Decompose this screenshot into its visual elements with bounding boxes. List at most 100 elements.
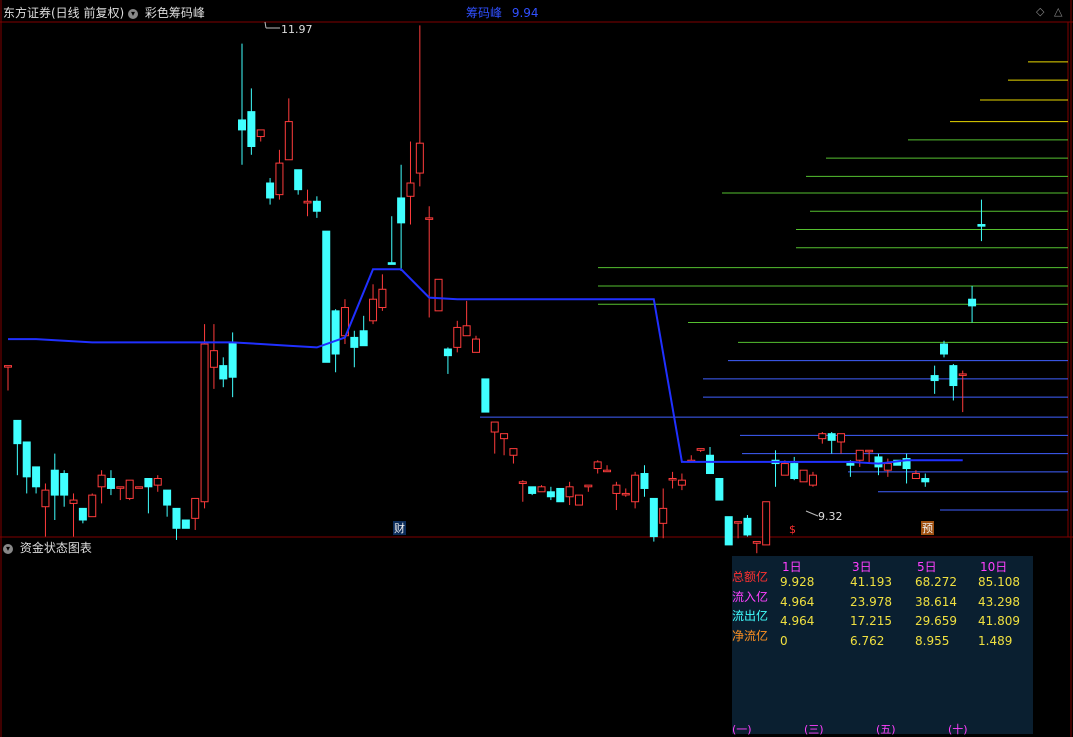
- candle-body: [930, 375, 939, 382]
- candle-body: [472, 338, 480, 353]
- fund-row-label: 净流亿: [732, 628, 769, 643]
- candle: [13, 419, 22, 476]
- lower-panel-header: ▾ 资金状态图表: [3, 539, 92, 556]
- candle-body: [266, 182, 275, 199]
- candle-body: [22, 441, 31, 478]
- candle: [88, 493, 97, 518]
- candle: [97, 470, 106, 504]
- candle: [640, 465, 649, 497]
- candle-body: [462, 325, 471, 337]
- candle-body: [808, 474, 817, 486]
- candle: [696, 448, 705, 452]
- fund-status-table: 1日 3日 5日 10日 总额亿 9.928 41.193 68.272 85.108 流入亿 4.…: [732, 556, 1033, 736]
- candle-body: [612, 484, 621, 494]
- candle-body: [865, 449, 874, 453]
- fund-value: 38.614: [915, 594, 957, 609]
- candle-body: [106, 478, 115, 489]
- candle: [584, 484, 593, 492]
- price-labels: 11.97 9.32: [264, 21, 843, 523]
- fund-group-label: (十): [948, 723, 968, 736]
- candle-body: [780, 463, 789, 476]
- candle-body: [312, 200, 321, 212]
- candle-body: [135, 486, 144, 489]
- candle: [509, 448, 518, 464]
- yu-marker[interactable]: 预: [922, 522, 933, 535]
- candle-body: [209, 350, 218, 368]
- candle: [556, 487, 565, 503]
- candle: [762, 501, 771, 546]
- candle: [668, 471, 677, 489]
- fund-value: 68.272: [915, 575, 957, 589]
- candle: [266, 178, 275, 205]
- candle-body: [453, 326, 462, 348]
- candle-body: [921, 478, 930, 483]
- candle: [752, 541, 761, 554]
- candle: [715, 478, 724, 501]
- candle-body: [13, 419, 22, 445]
- candle-body: [500, 433, 509, 440]
- candle: [294, 169, 303, 195]
- candles: [4, 25, 986, 554]
- candle: [930, 365, 939, 394]
- candle: [41, 483, 50, 537]
- candle-body: [32, 466, 41, 488]
- candle-body: [387, 262, 396, 265]
- candle-body: [50, 469, 59, 496]
- candle-body: [4, 365, 12, 368]
- candle: [219, 357, 228, 388]
- candle-body: [116, 486, 125, 489]
- candle: [518, 480, 527, 502]
- dollar-marker[interactable]: $: [789, 523, 796, 536]
- candle-body: [125, 479, 134, 499]
- candle: [621, 488, 630, 497]
- candle: [865, 449, 874, 464]
- candle-body: [659, 507, 668, 524]
- fund-row-label: 流入亿: [732, 589, 769, 604]
- lower-panel-title[interactable]: 资金状态图表: [20, 541, 92, 555]
- candle-body: [60, 473, 69, 496]
- candle: [612, 481, 621, 511]
- candle-body: [621, 492, 630, 496]
- candle: [4, 365, 12, 391]
- candle: [546, 486, 555, 501]
- candle: [734, 521, 743, 539]
- candle-body: [640, 473, 649, 489]
- candle-body: [163, 489, 172, 506]
- chevron-down-icon[interactable]: ▾: [3, 543, 13, 554]
- candle: [462, 300, 471, 337]
- candle-body: [219, 365, 228, 380]
- candle: [209, 324, 218, 389]
- candle: [256, 129, 265, 142]
- candle-body: [397, 197, 406, 224]
- candle-body: [41, 489, 50, 508]
- candle: [706, 446, 714, 475]
- candle-body: [378, 288, 387, 309]
- high-marker-line: [264, 21, 267, 29]
- candle-body: [846, 463, 855, 466]
- candle: [312, 196, 321, 218]
- low-marker-arrow: [805, 510, 819, 517]
- candle-body: [481, 378, 490, 413]
- candle-body: [968, 298, 977, 307]
- fund-value: 1.489: [978, 633, 1013, 648]
- candle-body: [546, 491, 555, 498]
- fund-row-label: 流出亿: [732, 609, 769, 623]
- candle: [303, 189, 312, 217]
- candle: [659, 488, 668, 539]
- candle-body: [565, 486, 574, 498]
- candle: [172, 507, 181, 540]
- candle-body: [977, 224, 986, 227]
- candle-body: [331, 310, 340, 355]
- candle: [369, 284, 378, 325]
- candle: [181, 519, 190, 529]
- candle-body: [69, 499, 78, 504]
- candle: [837, 433, 846, 454]
- candle-body: [799, 469, 808, 483]
- fund-column-header: 1日: [782, 560, 802, 574]
- candle-body: [883, 463, 892, 471]
- candle-body: [631, 474, 640, 503]
- candle: [940, 340, 948, 358]
- candle-body: [275, 162, 284, 196]
- candle-body: [415, 142, 424, 174]
- cai-marker[interactable]: 财: [394, 521, 405, 535]
